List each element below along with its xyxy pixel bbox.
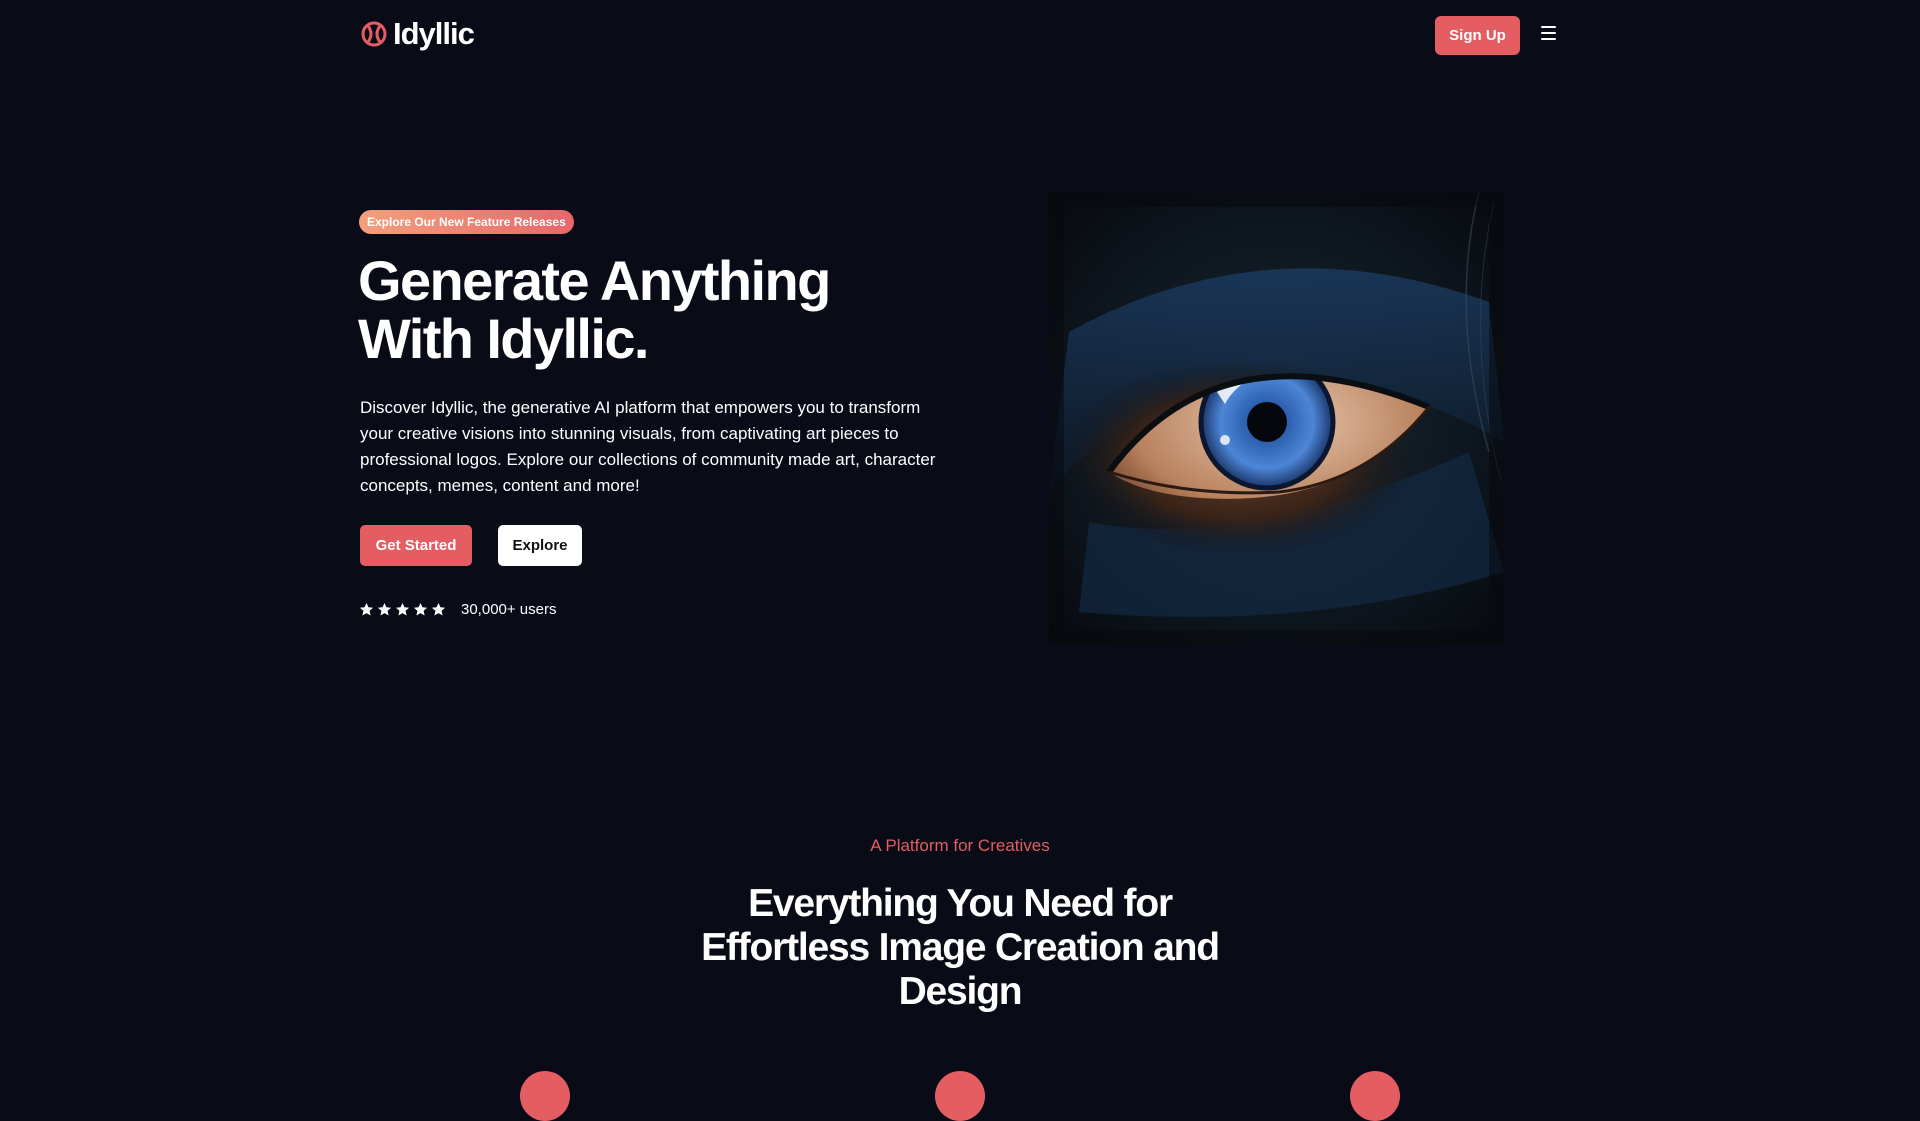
star-icon bbox=[395, 602, 410, 615]
star-icon bbox=[431, 602, 446, 615]
site-header: Idyllic Sign Up bbox=[0, 0, 1920, 72]
star-icon bbox=[413, 602, 428, 615]
feature-icon-circle bbox=[520, 1071, 570, 1121]
feature-icon-circle bbox=[935, 1071, 985, 1121]
logo[interactable]: Idyllic bbox=[359, 16, 475, 52]
hero-title-line-1: Generate Anything bbox=[358, 249, 831, 312]
hero-title: Generate Anything With Idyllic. bbox=[358, 252, 918, 368]
star-icon bbox=[359, 602, 374, 615]
hero-title-line-2: With Idyllic. bbox=[358, 307, 649, 370]
feature-release-badge[interactable]: Explore Our New Feature Releases bbox=[359, 210, 574, 234]
logo-text: Idyllic bbox=[393, 16, 475, 51]
feature-icon-circle bbox=[1350, 1071, 1400, 1121]
user-rating: 30,000+ users bbox=[359, 599, 557, 619]
hero-description: Discover Idyllic, the generative AI plat… bbox=[360, 398, 936, 495]
users-count: 30,000+ users bbox=[461, 600, 557, 618]
hero-eye-image bbox=[1049, 192, 1504, 645]
get-started-button[interactable]: Get Started bbox=[360, 525, 472, 566]
section-title: Everything You Need for Effortless Image… bbox=[701, 882, 1220, 1013]
hamburger-menu-icon[interactable] bbox=[1538, 26, 1558, 46]
section-eyebrow: A Platform for Creatives bbox=[870, 836, 1050, 855]
sign-up-button[interactable]: Sign Up bbox=[1435, 16, 1520, 55]
explore-button[interactable]: Explore bbox=[498, 525, 582, 566]
logo-icon bbox=[361, 21, 387, 47]
star-icon bbox=[377, 602, 392, 615]
